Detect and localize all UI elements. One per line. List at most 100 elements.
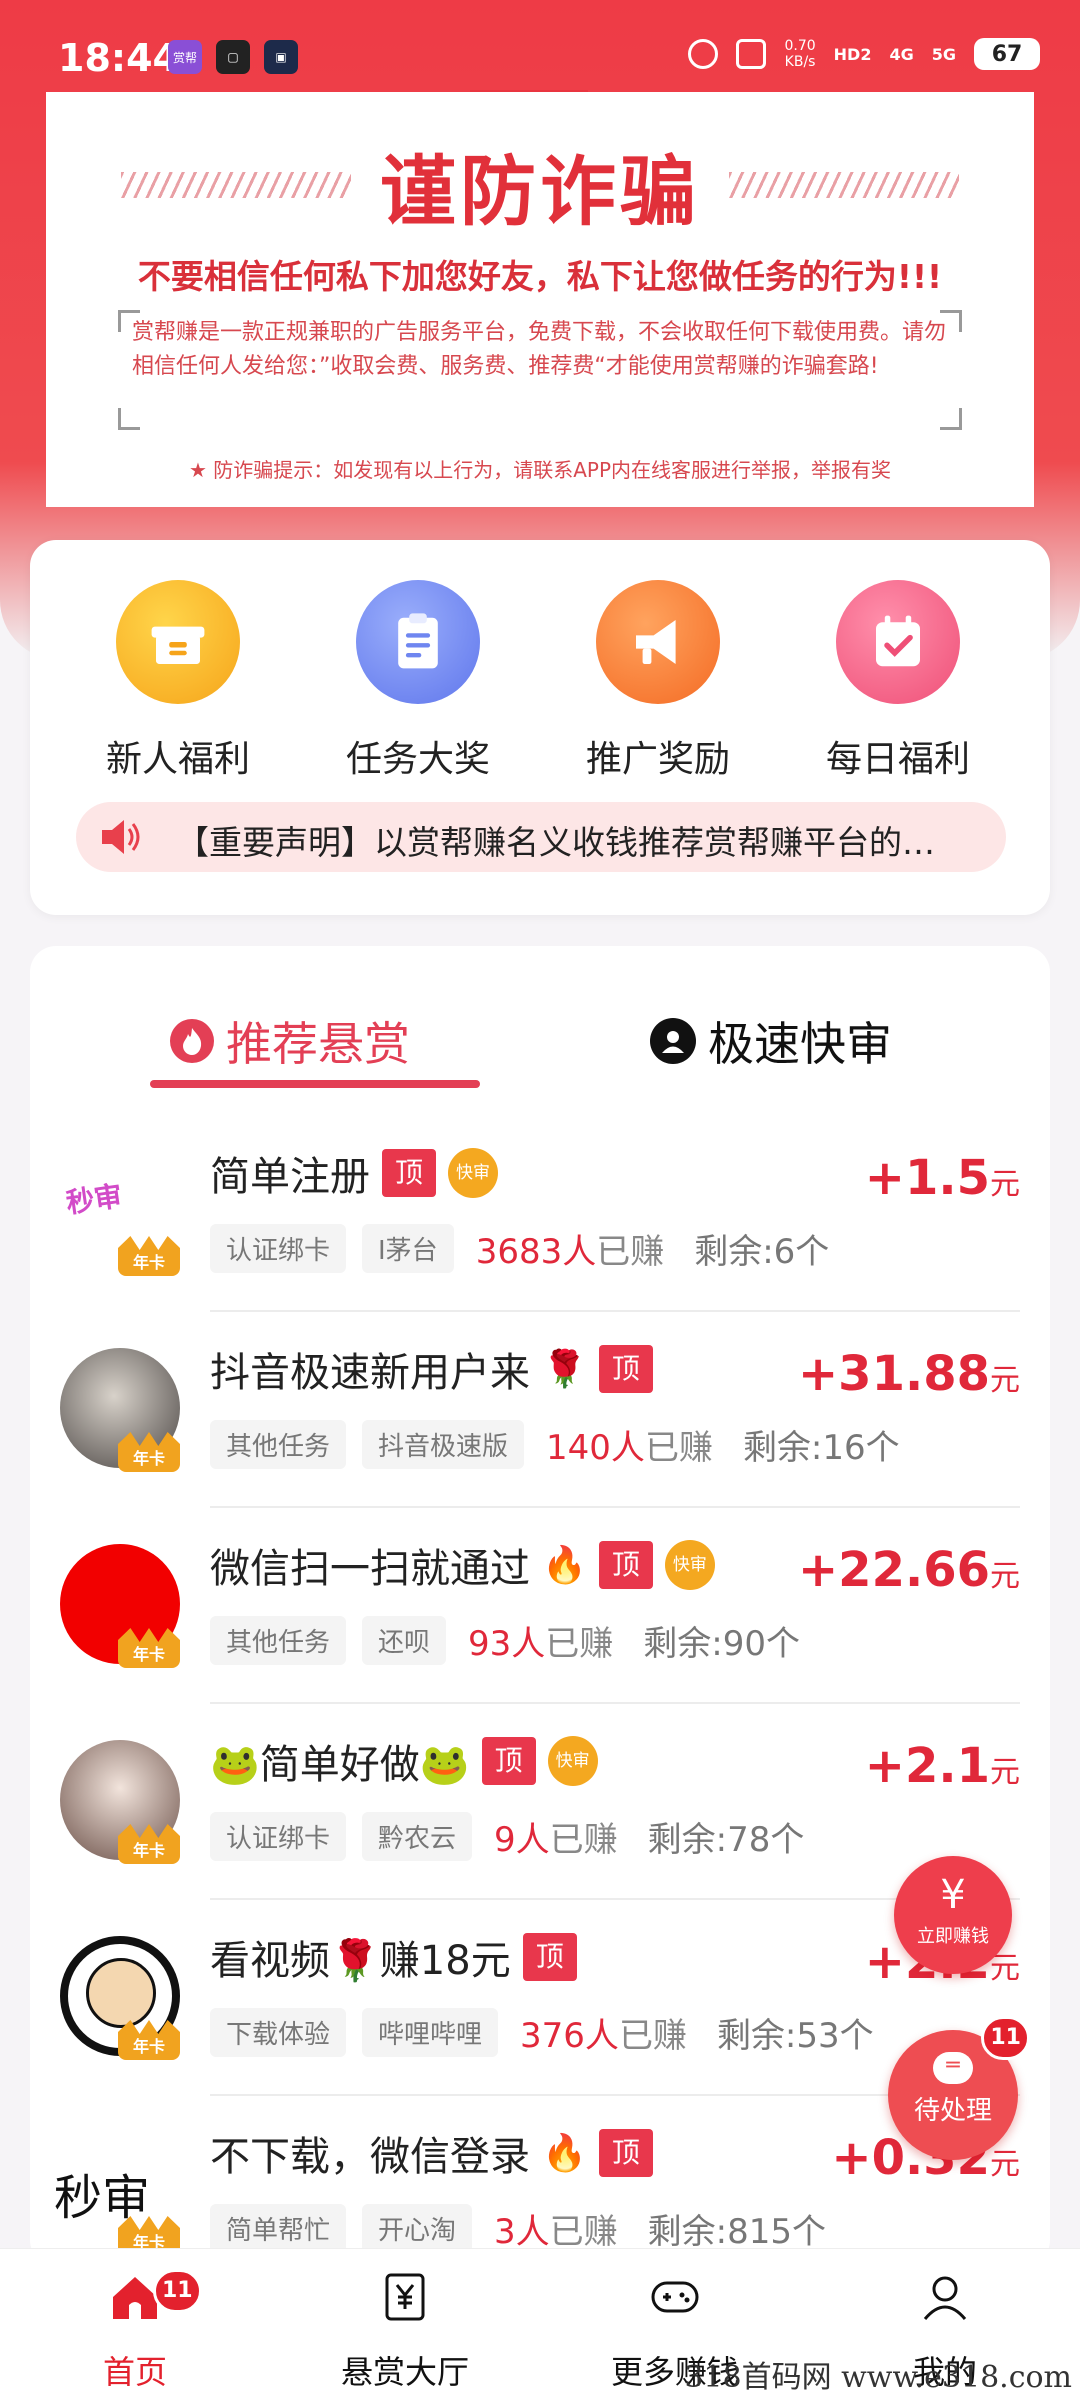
rose-icon: 🌹 <box>542 1349 587 1390</box>
crown-badge: 年卡 <box>118 1236 180 1276</box>
task-title-line: 看视频🌹赚18元 顶 <box>210 1928 577 1986</box>
app-notification-icon: 赏帮 <box>168 40 202 74</box>
top-tag: 顶 <box>598 1345 653 1393</box>
task-meta: 下载体验 哔哩哔哩 376人已赚 剩余:53个 <box>210 2008 874 2057</box>
app-chip: 还呗 <box>362 1616 447 1665</box>
price-unit: 元 <box>990 2147 1020 2182</box>
earned-label: 已赚 <box>644 1428 713 1468</box>
price-value: 31.88 <box>838 1346 990 1402</box>
avatar: 年卡 <box>60 1544 180 1668</box>
price-sign: + <box>797 1542 839 1598</box>
nav-reward-hall[interactable]: 悬赏大厅 <box>305 2269 505 2393</box>
menu-item-newcomer[interactable]: 新人福利 <box>78 580 278 782</box>
fast-review-tag: 快审 <box>448 1148 498 1198</box>
gift-box-icon <box>116 580 240 704</box>
task-row[interactable]: 年卡 微信扫一扫就通过 🔥 顶 快审 +22.66元 其他任务 还呗 93人已赚… <box>30 1508 1050 1704</box>
task-meta: 简单帮忙 开心淘 3人已赚 剩余:815个 <box>210 2204 826 2253</box>
pending-button[interactable]: ═ 待处理 11 <box>888 2016 1030 2160</box>
task-row[interactable]: 年卡 🐸简单好做🐸 顶 快审 +2.1元 认证绑卡 黔农云 9人已赚 剩余:78… <box>30 1704 1050 1900</box>
earned-count: 93人已赚 <box>468 1616 613 1665</box>
tab-fast-review[interactable]: 极速快审 <box>650 1008 892 1074</box>
notice-title: 谨防诈骗 <box>380 147 700 236</box>
tab-recommended[interactable]: 推荐悬赏 <box>170 1008 410 1074</box>
earned-count: 140人已赚 <box>546 1420 713 1469</box>
crown-badge: 年卡 <box>118 1628 180 1668</box>
network-speed: 0.70 KB/s <box>784 38 815 70</box>
yen-icon: ¥ <box>940 1872 966 1918</box>
alarm-icon <box>688 39 719 69</box>
earn-now-button[interactable]: ¥ 立即赚钱 <box>894 1856 1012 1974</box>
earned-label: 已赚 <box>596 1232 665 1272</box>
menu-label: 新人福利 <box>105 739 250 780</box>
earned-number: 93人 <box>468 1624 546 1664</box>
gamepad-icon <box>651 2281 699 2313</box>
tab-label: 推荐悬赏 <box>226 1017 410 1071</box>
profile-icon <box>923 2276 967 2320</box>
task-row[interactable]: 年卡 抖音极速新用户来 🌹 顶 +31.88元 其他任务 抖音极速版 140人已… <box>30 1312 1050 1508</box>
status-right-area: 0.70 KB/s HD2 4G 5G 67 <box>688 38 1040 70</box>
remaining-count: 剩余:90个 <box>643 1624 801 1664</box>
task-meta: 认证绑卡 I茅台 3683人已赚 剩余:6个 <box>210 1224 829 1273</box>
corner-decoration <box>940 310 962 332</box>
price-sign: + <box>831 2130 872 2186</box>
site-watermark: 318首码网 www.e318.com <box>684 2360 1072 2395</box>
remaining-count: 剩余:78个 <box>647 1820 805 1860</box>
earned-count: 9人已赚 <box>494 1812 618 1861</box>
status-time: 18:44 <box>58 36 179 80</box>
quick-menu-card: 新人福利 任务大奖 推广奖励 每日福利 【重要声明】以赏帮赚名义收钱推荐赏帮赚平… <box>30 540 1050 915</box>
nav-label: 首页 <box>102 2353 167 2391</box>
earned-count: 376人已赚 <box>520 2008 687 2057</box>
clipboard-icon <box>356 580 480 704</box>
task-row[interactable]: 秒审 年卡 简单注册 顶 快审 +1.5元 认证绑卡 I茅台 3683人已赚 剩… <box>30 1116 1050 1312</box>
menu-item-task-prize[interactable]: 任务大奖 <box>318 580 518 782</box>
flame-icon <box>170 1019 214 1063</box>
remaining-count: 剩余:16个 <box>742 1428 900 1468</box>
task-meta: 其他任务 抖音极速版 140人已赚 剩余:16个 <box>210 1420 900 1469</box>
avatar: 年卡 <box>60 1936 180 2060</box>
corner-decoration <box>118 408 140 430</box>
earned-count: 3683人已赚 <box>476 1224 665 1273</box>
task-title: 不下载，微信登录 <box>210 2134 530 2180</box>
megaphone-icon <box>596 580 720 704</box>
app-chip: 开心淘 <box>362 2204 473 2253</box>
task-price: +2.1元 <box>865 1738 1020 1794</box>
notice-subtitle: 不要相信任何私下加您好友，私下让您做任务的行为!!! <box>137 257 943 296</box>
nav-home[interactable]: 11 首页 <box>35 2269 235 2393</box>
earned-number: 3683人 <box>475 1232 597 1272</box>
task-title-line: 抖音极速新用户来 🌹 顶 <box>210 1340 653 1398</box>
battery-indicator: 67 <box>974 38 1040 70</box>
menu-item-promotion[interactable]: 推广奖励 <box>558 580 758 782</box>
task-price: +31.88元 <box>798 1346 1020 1402</box>
signal-4g-icon: 4G <box>889 44 914 64</box>
fast-review-tag: 快审 <box>547 1736 598 1786</box>
top-tag: 顶 <box>598 2129 653 2177</box>
menu-item-daily[interactable]: 每日福利 <box>798 580 998 782</box>
status-app-icons: 赏帮 ▢ ▣ <box>168 40 298 74</box>
earned-number: 376人 <box>520 2016 619 2056</box>
speaker-icon <box>102 820 140 854</box>
signal-5g-icon: 5G <box>931 44 956 64</box>
task-title-line: 简单注册 顶 快审 <box>210 1144 498 1202</box>
menu-label: 每日福利 <box>825 739 970 780</box>
nav-label: 悬赏大厅 <box>340 2353 469 2391</box>
earned-label: 已赚 <box>549 1820 618 1860</box>
task-title: 看视频🌹赚18元 <box>210 1938 511 1984</box>
price-value: 1.5 <box>904 1150 990 1206</box>
task-title-line: 微信扫一扫就通过 🔥 顶 快审 <box>210 1536 715 1594</box>
task-price: +22.66元 <box>798 1542 1020 1598</box>
earn-now-label: 立即赚钱 <box>917 1926 989 1947</box>
task-title: 微信扫一扫就通过 <box>210 1546 530 1592</box>
earned-count: 3人已赚 <box>494 2204 618 2253</box>
chat-bubble-icon: ═ <box>933 2052 973 2084</box>
app-chip: 哔哩哔哩 <box>362 2008 499 2057</box>
announcement-text: 【重要声明】以赏帮赚名义收钱推荐赏帮赚平台的… <box>176 823 935 862</box>
announcement-bar[interactable]: 【重要声明】以赏帮赚名义收钱推荐赏帮赚平台的… <box>76 802 1006 872</box>
app-chip: I茅台 <box>362 1224 454 1273</box>
cartoon-face-icon <box>86 1958 156 2028</box>
notice-body: 赏帮赚是一款正规兼职的广告服务平台，免费下载，不会收取任何下载使用费。请勿相信任… <box>132 320 947 379</box>
anti-fraud-notice: 谨防诈骗 不要相信任何私下加您好友，私下让您做任务的行为!!! 赏帮赚是一款正规… <box>46 92 1034 507</box>
remaining-count: 剩余:815个 <box>647 2212 827 2252</box>
app-notification-icon: ▢ <box>216 40 250 74</box>
category-chip: 其他任务 <box>210 1616 347 1665</box>
task-title: 抖音极速新用户来 <box>210 1350 530 1396</box>
